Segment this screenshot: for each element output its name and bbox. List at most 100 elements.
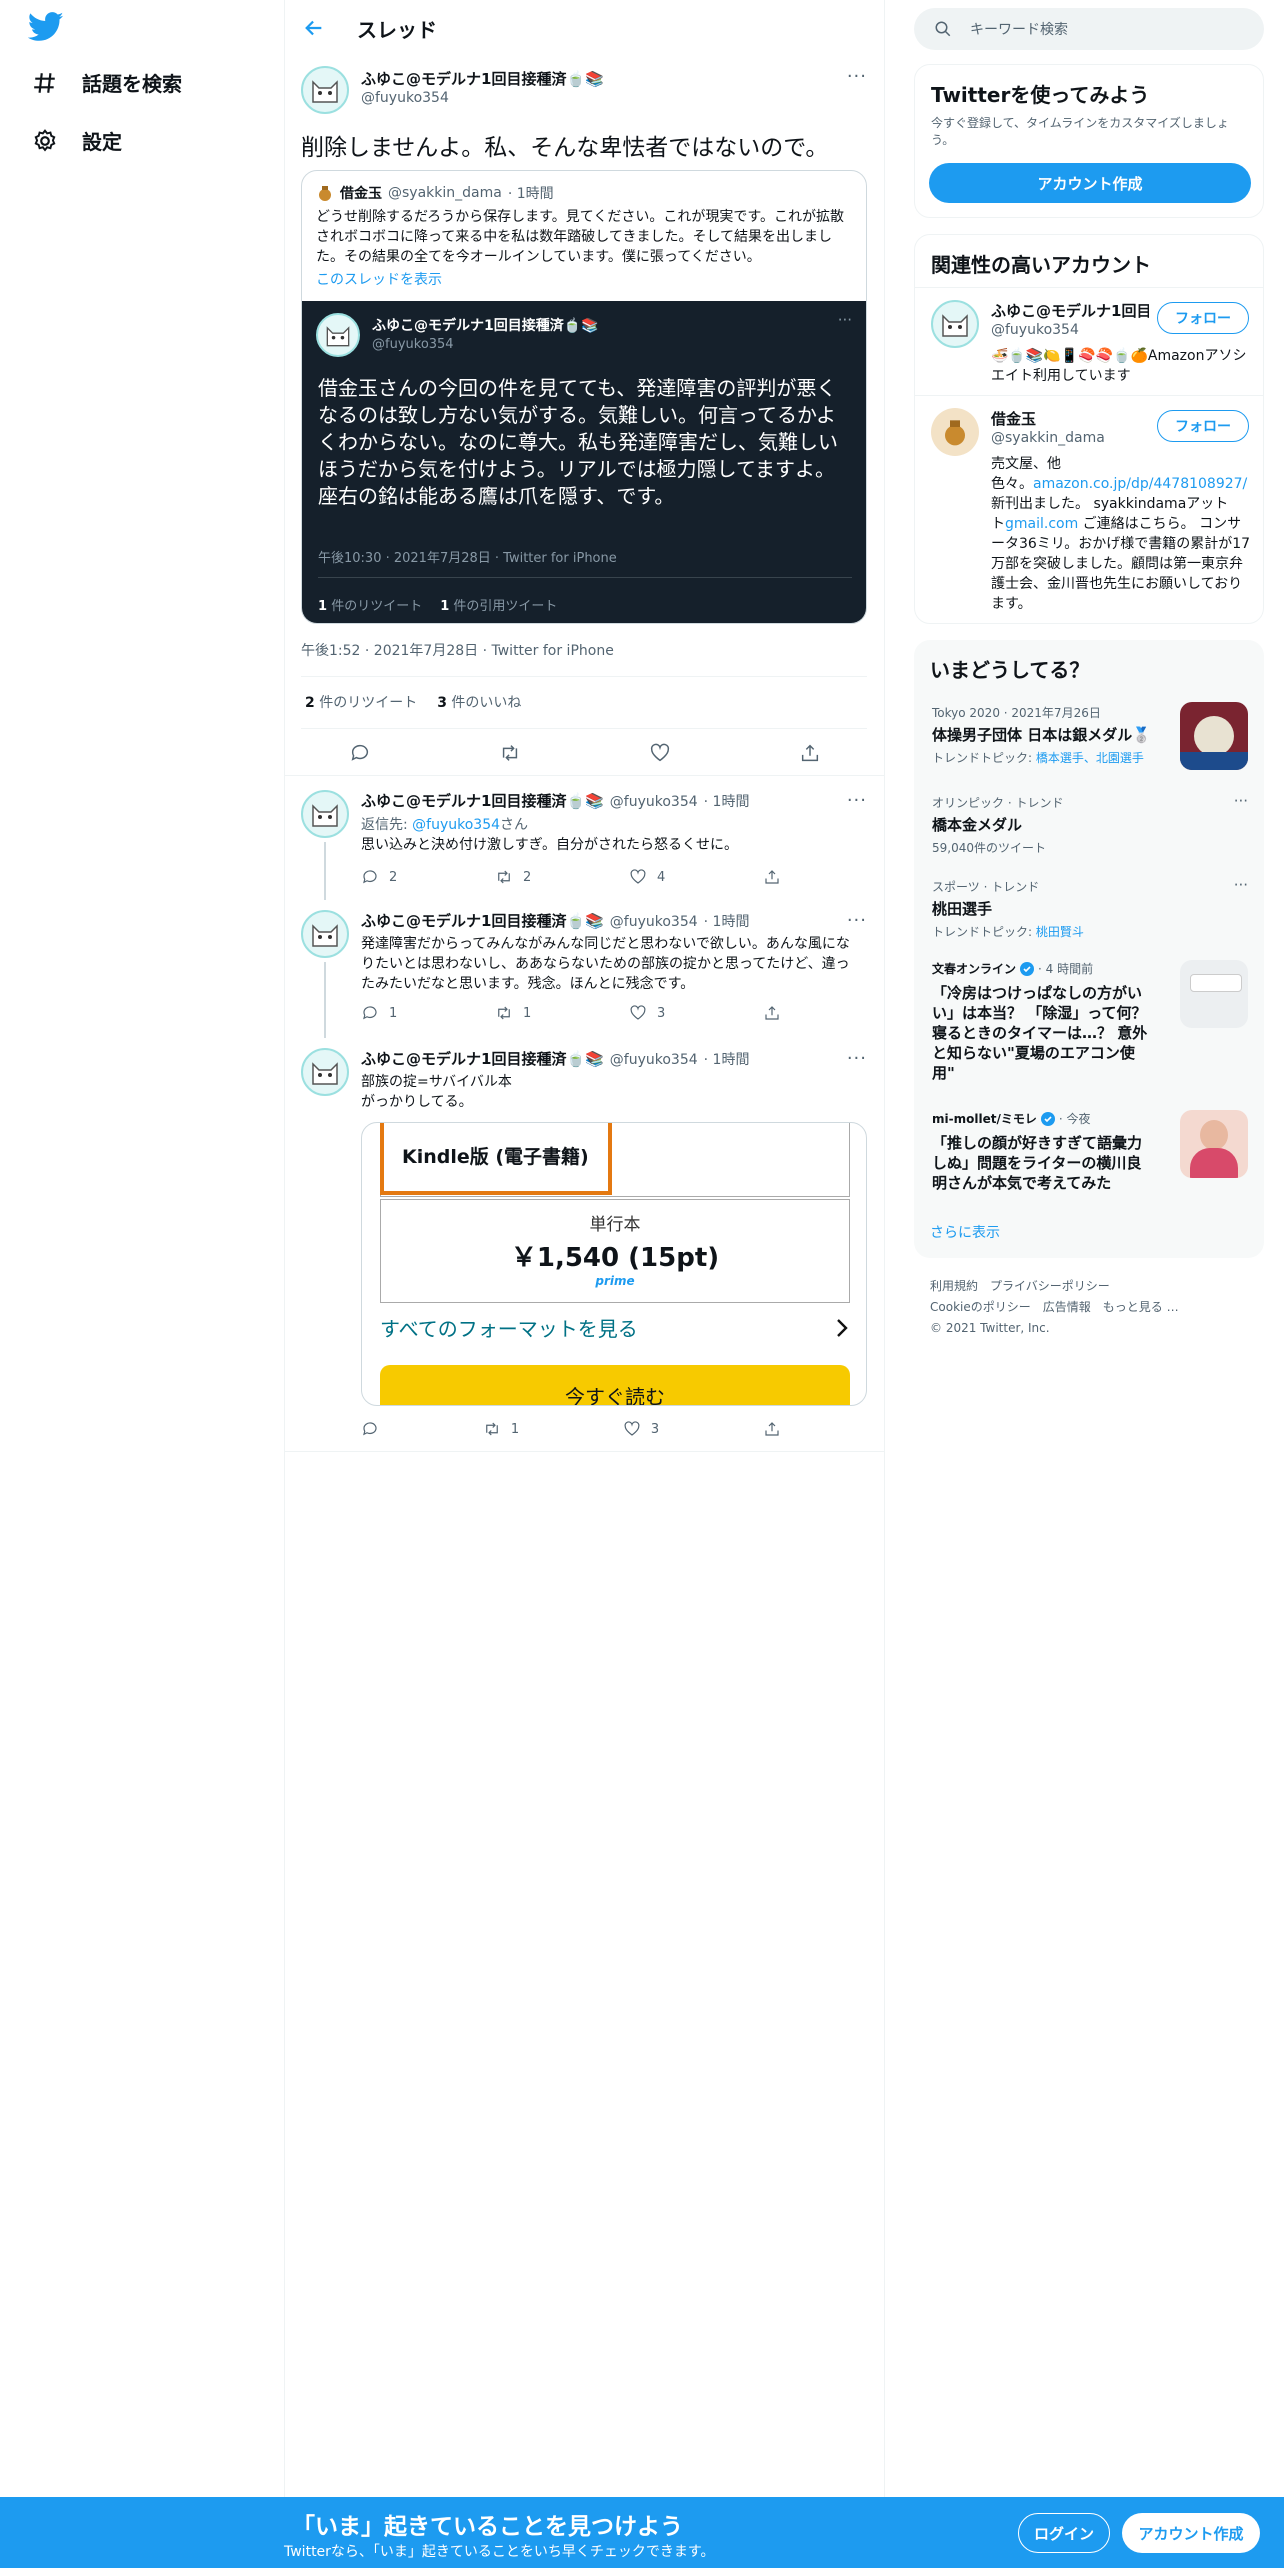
- tweet-meta[interactable]: 午後1:52 · 2021年7月28日 · Twitter for iPhone: [301, 640, 614, 660]
- back-arrow-icon[interactable]: [303, 17, 325, 39]
- footer-link[interactable]: Cookieのポリシー: [930, 1297, 1031, 1318]
- like-button[interactable]: 3: [623, 1420, 659, 1438]
- share-button[interactable]: [763, 1004, 781, 1022]
- footer-link[interactable]: 利用規約: [930, 1276, 978, 1297]
- retweet-icon[interactable]: [499, 742, 521, 764]
- reply-time[interactable]: · 1時間: [704, 911, 750, 931]
- chevron-right-icon: [837, 1318, 848, 1337]
- author-handle[interactable]: @fuyuko354: [610, 794, 698, 810]
- reply-time[interactable]: · 1時間: [704, 1049, 750, 1069]
- follow-button[interactable]: フォロー: [1157, 410, 1249, 442]
- like-icon[interactable]: [649, 742, 671, 764]
- share-button[interactable]: [763, 1420, 781, 1438]
- reply-text: 思い込みと決め付け激しすぎ。自分がされたら怒るくせに。: [361, 837, 739, 853]
- show-more-link[interactable]: さらに表示: [930, 1222, 1000, 1242]
- author-name[interactable]: ふゆこ@モデルナ1回目接種済🍵📚: [361, 68, 604, 89]
- trend-thumbnail-image: [1180, 702, 1248, 770]
- reply-button[interactable]: [361, 1420, 379, 1438]
- avatar[interactable]: [301, 910, 349, 958]
- news-item[interactable]: 文春オンライン · 4 時間前 「冷房はつけっぱなしの方がいい」は本当？ 「除湿」…: [932, 960, 1154, 1083]
- reply-text: 発達障害だからってみんながみんな同じだと思わないで欲しい。あんな風になりたいとは…: [361, 936, 850, 992]
- footer-link[interactable]: 広告情報: [1043, 1297, 1091, 1318]
- amazon-kindle-image[interactable]: Kindle版 (電子書籍) 単行本 ￥1,540 (15pt) prime す…: [361, 1122, 867, 1406]
- footer-link[interactable]: もっと見る …: [1103, 1297, 1179, 1318]
- more-icon[interactable]: ···: [847, 790, 867, 811]
- cat-avatar-icon: [312, 924, 338, 947]
- search-icon: [935, 21, 951, 37]
- author-handle[interactable]: @fuyuko354: [610, 1052, 698, 1068]
- retweet-button[interactable]: 2: [495, 868, 531, 886]
- quote-header: 借金玉 @syakkin_dama · 1時間: [316, 183, 554, 203]
- all-formats-link: すべてのフォーマットを見る: [380, 1313, 850, 1342]
- paperback-option: 単行本 ￥1,540 (15pt) prime: [380, 1199, 850, 1303]
- kindle-format-label: Kindle版 (電子書籍): [380, 1123, 612, 1195]
- share-button[interactable]: [763, 868, 781, 886]
- page-title: スレッド: [357, 17, 437, 42]
- trend-item[interactable]: オリンピック · トレンド 橋本金メダル 59,040件のツイート: [932, 794, 1252, 856]
- news-thumbnail-image: [1180, 960, 1248, 1028]
- author-handle[interactable]: @fuyuko354: [610, 914, 698, 930]
- main-tweet: ふゆこ@モデルナ1回目接種済🍵📚 @fuyuko354 ··· 削除しませんよ。…: [285, 56, 885, 776]
- share-icon: [765, 1422, 779, 1436]
- more-icon[interactable]: ···: [847, 66, 867, 87]
- screenshot-text: 借金玉さんの今回の件を見てても、発達障害の評判が悪くなるのは致し方ない気がする。…: [318, 376, 838, 508]
- reply-button[interactable]: 1: [361, 1004, 397, 1022]
- sidebar-item-settings[interactable]: 設定: [32, 126, 122, 155]
- reply-tweet[interactable]: ふゆこ@モデルナ1回目接種済🍵📚 @fuyuko354 · 1時間 ··· 部族…: [285, 1034, 885, 1452]
- bottom-create-account-button[interactable]: アカウント作成: [1122, 2513, 1260, 2553]
- screenshot-avatar: [316, 313, 360, 357]
- retweets-stat[interactable]: 2 件のリツイート: [305, 692, 417, 712]
- reply-to-link[interactable]: @fuyuko354: [412, 817, 500, 833]
- sidebar-item-explore[interactable]: 話題を検索: [32, 68, 182, 97]
- avatar[interactable]: [301, 790, 349, 838]
- author-handle[interactable]: @fuyuko354: [361, 90, 449, 106]
- retweet-button[interactable]: 1: [483, 1420, 519, 1438]
- trend-item[interactable]: スポーツ · トレンド 桃田選手 トレンドトピック: 桃田賢斗: [932, 878, 1252, 940]
- quote-screenshot-image: ふゆこ@モデルナ1回目接種済🍵📚 @fuyuko354 ··· 借金玉さんの今回…: [302, 301, 866, 623]
- search-input[interactable]: キーワード検索: [970, 19, 1068, 39]
- news-item[interactable]: mi-mollet/ミモレ · 今夜 「推しの顔が好きすぎて語彙力しぬ」問題をライ…: [932, 1110, 1154, 1193]
- share-icon[interactable]: [799, 742, 821, 764]
- signup-desc: 今すぐ登録して、タイムラインをカスタマイズしましょう。: [931, 116, 1229, 147]
- create-account-button[interactable]: アカウント作成: [929, 163, 1251, 203]
- follow-button[interactable]: フォロー: [1157, 302, 1249, 334]
- retweet-icon: [485, 1422, 498, 1436]
- related-account[interactable]: 借金玉 @syakkin_dama フォロー 売文屋、他 色々。amazon.c…: [915, 395, 1263, 623]
- tweet-text: 削除しませんよ。私、そんな卑怯者ではないので。: [301, 135, 829, 161]
- more-icon[interactable]: ···: [1234, 792, 1248, 810]
- reply-header: ふゆこ@モデルナ1回目接種済🍵📚 @fuyuko354 · 1時間: [361, 790, 749, 811]
- more-icon[interactable]: ···: [847, 1048, 867, 1069]
- footer-link[interactable]: プライバシーポリシー: [990, 1276, 1110, 1297]
- reply-icon[interactable]: [349, 742, 371, 764]
- author-name[interactable]: ふゆこ@モデルナ1回目接種済🍵📚: [361, 790, 604, 811]
- reply-tweet[interactable]: ふゆこ@モデルナ1回目接種済🍵📚 @fuyuko354 · 1時間 ··· 発達…: [285, 896, 885, 1038]
- thread-line: [324, 962, 326, 1038]
- quoted-tweet[interactable]: 借金玉 @syakkin_dama · 1時間 どうせ削除するだろうから保存しま…: [301, 170, 867, 624]
- bio-link[interactable]: amazon.co.jp/dp/4478108927/: [1033, 476, 1247, 492]
- search-box[interactable]: キーワード検索: [914, 8, 1264, 50]
- author-name[interactable]: ふゆこ@モデルナ1回目接種済🍵📚: [361, 910, 604, 931]
- like-button[interactable]: 4: [629, 868, 665, 886]
- related-account[interactable]: ふゆこ@モデルナ1回目 @fuyuko354 フォロー 🍜🍵📚🍋📱🍣🍣🍵🍊Ama…: [915, 287, 1263, 395]
- more-icon[interactable]: ···: [847, 910, 867, 931]
- like-button[interactable]: 3: [629, 1004, 665, 1022]
- related-name: ふゆこ@モデルナ1回目: [991, 302, 1149, 320]
- reply-to: 返信先: @fuyuko354さん: [361, 817, 529, 833]
- likes-stat[interactable]: 3 件のいいね: [437, 692, 521, 712]
- show-thread-link[interactable]: このスレッドを表示: [316, 269, 442, 289]
- retweet-button[interactable]: 1: [495, 1004, 531, 1022]
- avatar: [931, 408, 979, 456]
- avatar[interactable]: [301, 1048, 349, 1096]
- author-name[interactable]: ふゆこ@モデルナ1回目接種済🍵📚: [361, 1048, 604, 1069]
- reply-time[interactable]: · 1時間: [704, 791, 750, 811]
- thread-line: [324, 842, 326, 900]
- login-button[interactable]: ログイン: [1018, 2513, 1110, 2553]
- more-icon[interactable]: ···: [1234, 876, 1248, 894]
- bio-link[interactable]: gmail.com: [1005, 516, 1078, 532]
- twitter-logo-icon[interactable]: [28, 12, 64, 42]
- reply-tweet[interactable]: ふゆこ@モデルナ1回目接種済🍵📚 @fuyuko354 · 1時間 ··· 返信…: [285, 778, 885, 900]
- reply-button[interactable]: 2: [361, 868, 397, 886]
- avatar[interactable]: [301, 66, 349, 114]
- retweet-icon: [498, 870, 510, 884]
- cat-avatar-icon: [942, 314, 968, 337]
